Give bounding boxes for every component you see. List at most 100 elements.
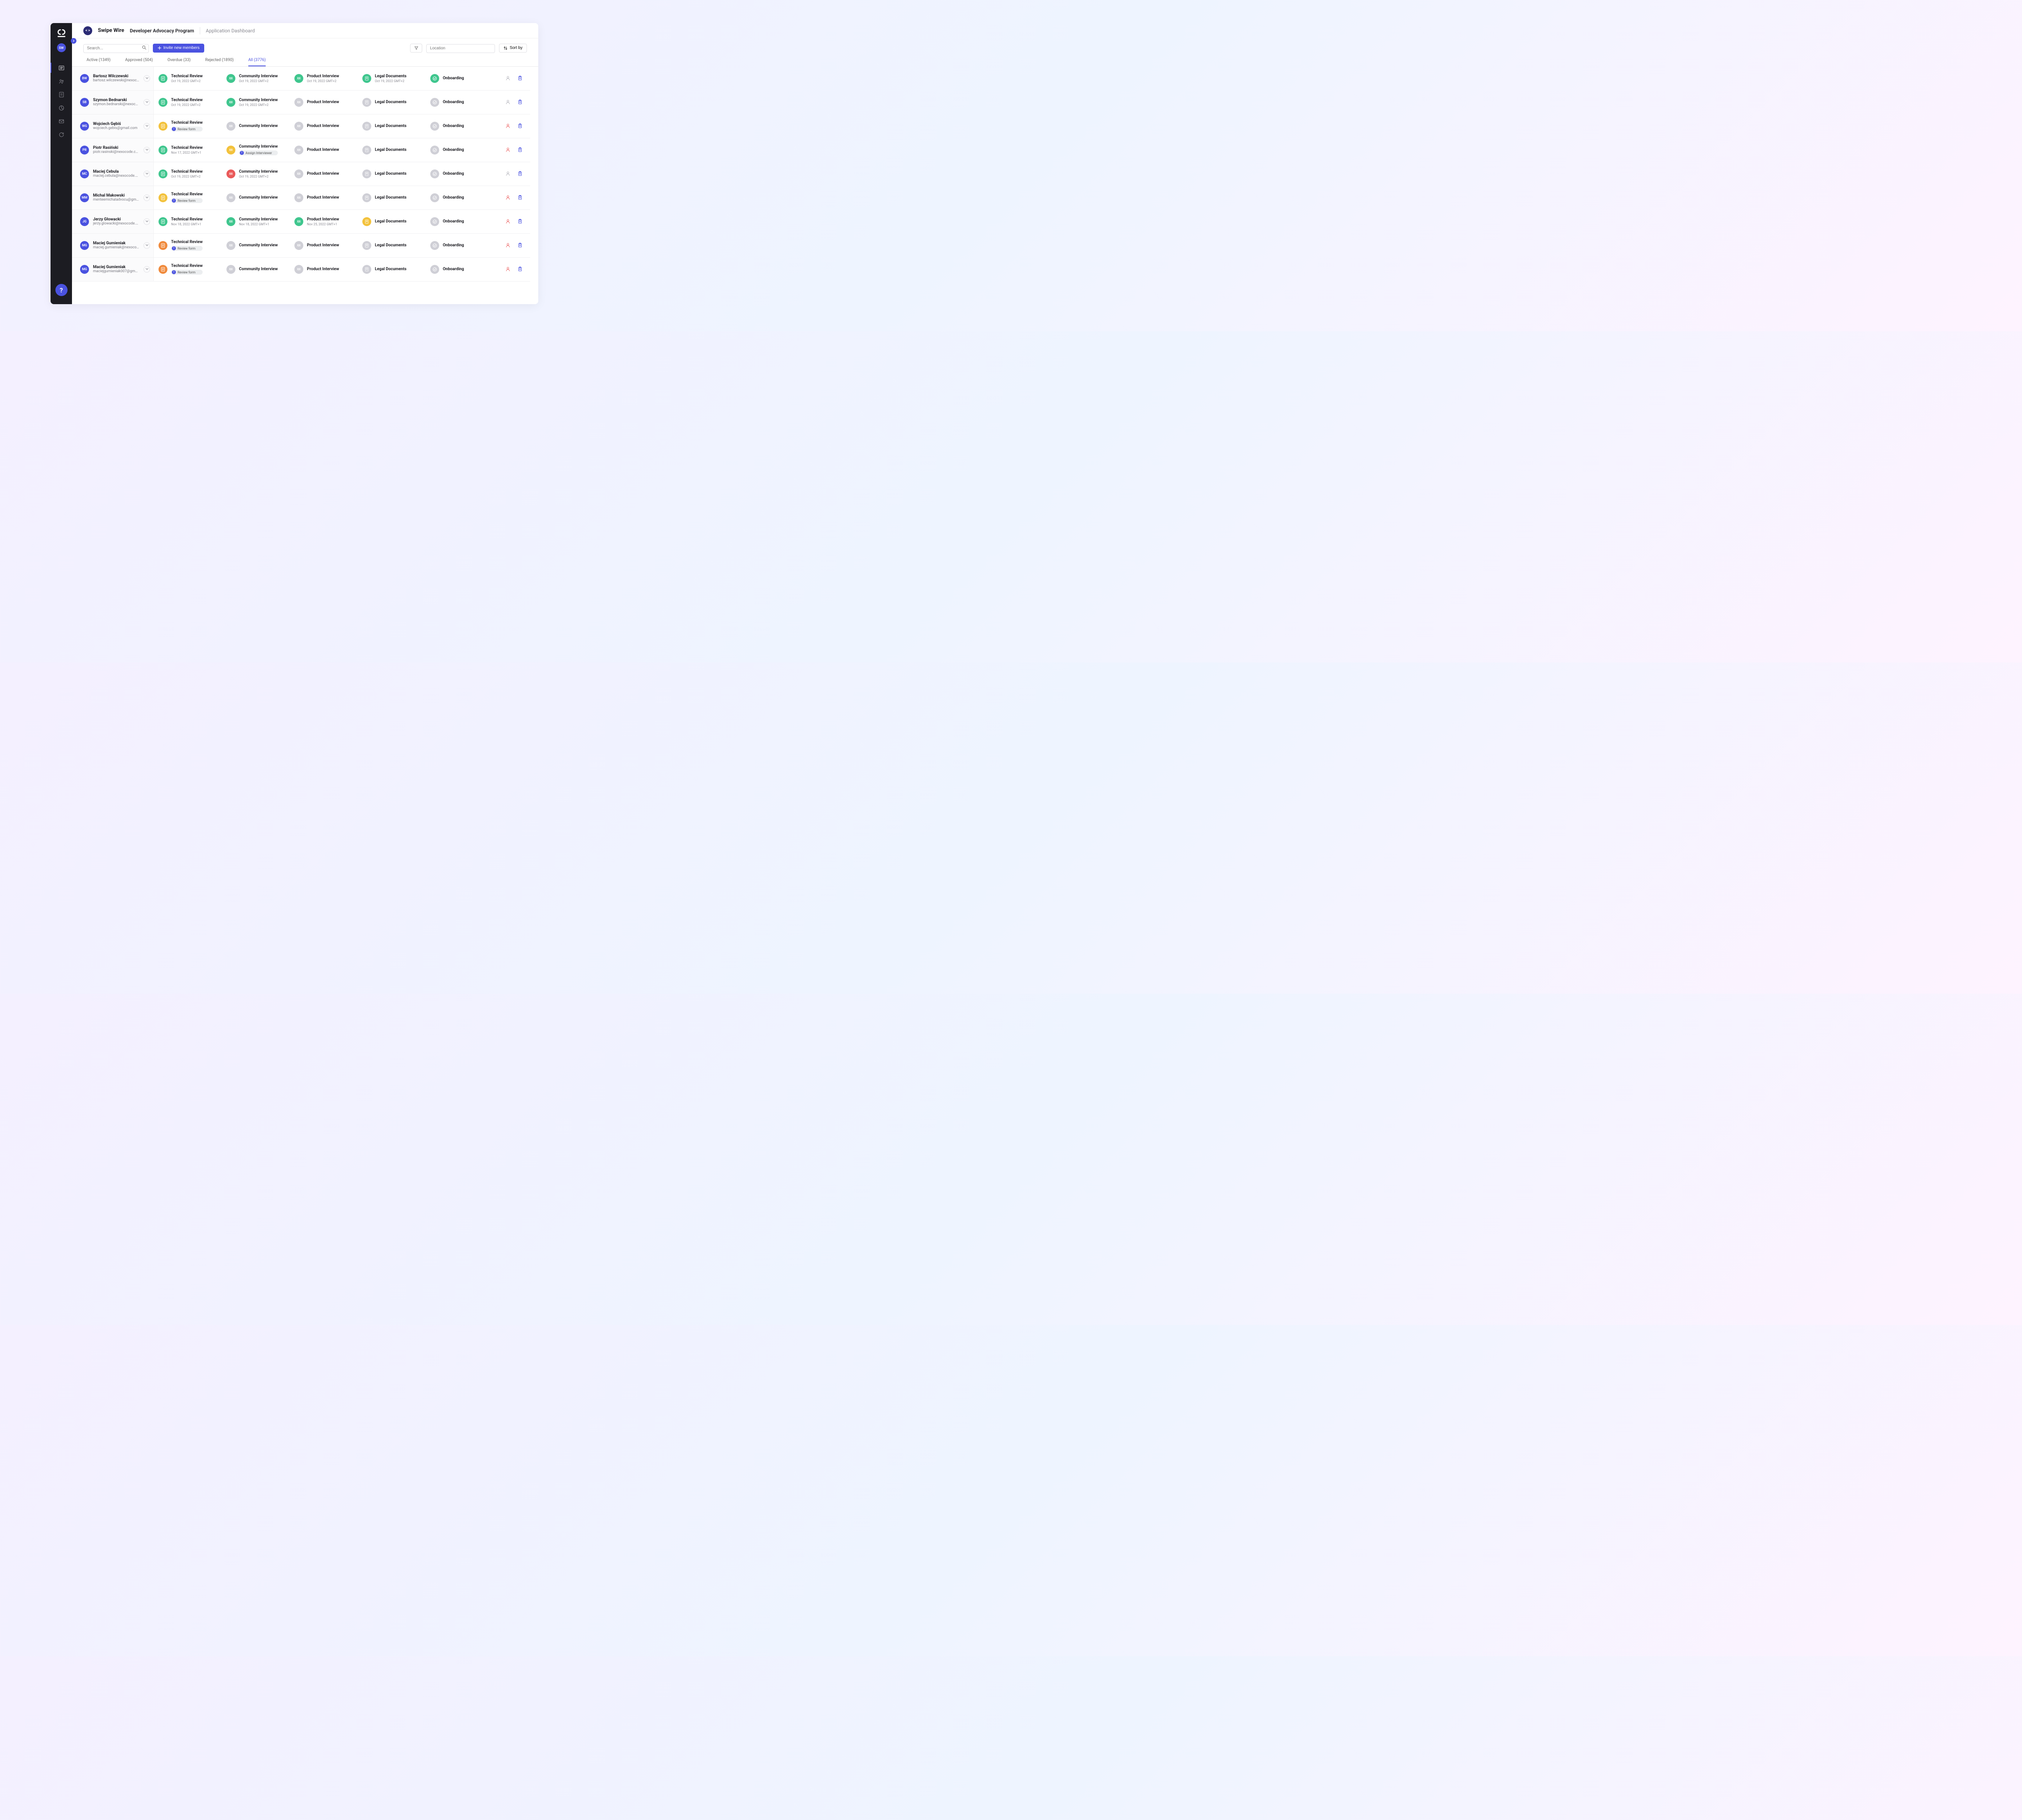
- stage-technical[interactable]: Technical ReviewNov 18, 2022 GMT+1: [154, 217, 222, 226]
- user-action-button[interactable]: [506, 241, 510, 249]
- stage-legal[interactable]: Legal Documents: [357, 122, 425, 131]
- stage-pill[interactable]: !Review form: [171, 198, 203, 203]
- tab-approved[interactable]: Approved (504): [125, 58, 153, 66]
- stage-product[interactable]: Product Interview: [290, 122, 357, 131]
- location-input[interactable]: [426, 44, 495, 53]
- stage-onboarding[interactable]: Onboarding: [425, 217, 493, 226]
- stage-community[interactable]: Community InterviewNov 18, 2022 GMT+1: [222, 217, 290, 226]
- nav-applications[interactable]: [51, 61, 72, 74]
- person-cell[interactable]: PR Piotr Rasiński piotr.rasinski@nexocod…: [72, 138, 154, 162]
- stage-onboarding[interactable]: Onboarding: [425, 169, 493, 178]
- stage-technical[interactable]: Technical ReviewOct 19, 2022 GMT+2: [154, 98, 222, 107]
- stage-pill[interactable]: !Review form: [171, 246, 203, 251]
- stage-legal[interactable]: Legal Documents: [357, 146, 425, 154]
- nav-sync[interactable]: [51, 128, 72, 141]
- stage-legal[interactable]: Legal DocumentsOct 19, 2022 GMT+2: [357, 74, 425, 83]
- stage-community[interactable]: Community InterviewOct 19, 2022 GMT+2: [222, 98, 290, 107]
- sort-button[interactable]: Sort by: [499, 44, 527, 53]
- search-input[interactable]: [83, 44, 149, 53]
- workspace-badge[interactable]: SW: [57, 43, 66, 52]
- stage-technical[interactable]: Technical ReviewOct 19, 2022 GMT+2: [154, 169, 222, 178]
- person-cell[interactable]: MM Michal Makowski menteemichaladvocu@gm…: [72, 186, 154, 210]
- user-action-button[interactable]: [506, 98, 510, 106]
- expand-row-button[interactable]: [144, 266, 150, 273]
- person-cell[interactable]: SB Szymon Bednarski szymon.bednarski@nex…: [72, 91, 154, 114]
- stage-pill[interactable]: !Review form: [171, 270, 203, 275]
- expand-row-button[interactable]: [144, 147, 150, 153]
- stage-technical[interactable]: Technical ReviewNov 17, 2022 GMT+1: [154, 146, 222, 154]
- stage-onboarding[interactable]: Onboarding: [425, 146, 493, 154]
- stage-community[interactable]: Community Interview: [222, 122, 290, 131]
- clipboard-action-button[interactable]: [518, 194, 522, 201]
- nav-forms[interactable]: [51, 88, 72, 101]
- stage-pill[interactable]: !Review form: [171, 127, 203, 131]
- nav-members[interactable]: [51, 74, 72, 88]
- expand-row-button[interactable]: [144, 242, 150, 249]
- stage-technical[interactable]: Technical ReviewOct 19, 2022 GMT+2: [154, 74, 222, 83]
- stage-product[interactable]: Product Interview: [290, 241, 357, 250]
- stage-onboarding[interactable]: Onboarding: [425, 241, 493, 250]
- stage-product[interactable]: Product Interview: [290, 169, 357, 178]
- user-action-button[interactable]: [506, 194, 510, 201]
- stage-product[interactable]: Product Interview: [290, 193, 357, 202]
- workspace-expand-button[interactable]: [71, 38, 76, 44]
- stage-community[interactable]: Community Interview: [222, 193, 290, 202]
- clipboard-action-button[interactable]: [518, 74, 522, 82]
- stage-technical[interactable]: Technical Review!Review form: [154, 121, 222, 131]
- expand-row-button[interactable]: [144, 75, 150, 82]
- stage-onboarding[interactable]: Onboarding: [425, 193, 493, 202]
- stage-technical[interactable]: Technical Review!Review form: [154, 264, 222, 275]
- person-cell[interactable]: MC Maciej Cebula maciej.cebula@nexocode.…: [72, 162, 154, 186]
- stage-product[interactable]: Product InterviewOct 19, 2022 GMT+2: [290, 74, 357, 83]
- stage-legal[interactable]: Legal Documents: [357, 98, 425, 107]
- user-action-button[interactable]: [506, 170, 510, 178]
- stage-community[interactable]: Community Interview!Assign Interviewer: [222, 144, 290, 155]
- clipboard-action-button[interactable]: [518, 241, 522, 249]
- clipboard-action-button[interactable]: [518, 122, 522, 130]
- stage-technical[interactable]: Technical Review!Review form: [154, 192, 222, 203]
- nav-reports[interactable]: [51, 101, 72, 114]
- stage-onboarding[interactable]: Onboarding: [425, 122, 493, 131]
- stage-community[interactable]: Community InterviewOct 19, 2022 GMT+2: [222, 169, 290, 178]
- person-cell[interactable]: MG Maciej Gumieniak maciej.gumieniak@nex…: [72, 234, 154, 257]
- user-action-button[interactable]: [506, 122, 510, 130]
- stage-pill[interactable]: !Assign Interviewer: [239, 150, 278, 155]
- stage-technical[interactable]: Technical Review!Review form: [154, 240, 222, 251]
- expand-row-button[interactable]: [144, 171, 150, 177]
- stage-community[interactable]: Community InterviewOct 19, 2022 GMT+2: [222, 74, 290, 83]
- filter-button[interactable]: [410, 44, 422, 53]
- tab-all[interactable]: All (3776): [248, 58, 266, 66]
- expand-row-button[interactable]: [144, 195, 150, 201]
- user-action-button[interactable]: [506, 74, 510, 82]
- user-action-button[interactable]: [506, 265, 510, 273]
- tab-active[interactable]: Active (1349): [87, 58, 110, 66]
- expand-row-button[interactable]: [144, 218, 150, 225]
- clipboard-action-button[interactable]: [518, 98, 522, 106]
- stage-product[interactable]: Product Interview: [290, 98, 357, 107]
- stage-legal[interactable]: Legal Documents: [357, 193, 425, 202]
- user-action-button[interactable]: [506, 218, 510, 225]
- nav-messages[interactable]: [51, 114, 72, 128]
- user-action-button[interactable]: [506, 146, 510, 154]
- person-cell[interactable]: MG Maciej Gumieniak maciejgumieniak007@g…: [72, 258, 154, 281]
- person-cell[interactable]: JG Jerzy Głowacki jerzy.glowacki@nexocod…: [72, 210, 154, 233]
- clipboard-action-button[interactable]: [518, 218, 522, 225]
- stage-product[interactable]: Product InterviewNov 25, 2022 GMT+1: [290, 217, 357, 226]
- stage-legal[interactable]: Legal Documents: [357, 217, 425, 226]
- stage-onboarding[interactable]: Onboarding: [425, 74, 493, 83]
- stage-product[interactable]: Product Interview: [290, 146, 357, 154]
- person-cell[interactable]: WG Wojciech Gębiś wojciech.gebis@gmail.c…: [72, 114, 154, 138]
- tab-overdue[interactable]: Overdue (33): [167, 58, 190, 66]
- stage-legal[interactable]: Legal Documents: [357, 169, 425, 178]
- stage-community[interactable]: Community Interview: [222, 265, 290, 274]
- invite-members-button[interactable]: Invite new members: [153, 44, 204, 53]
- stage-onboarding[interactable]: Onboarding: [425, 265, 493, 274]
- clipboard-action-button[interactable]: [518, 265, 522, 273]
- stage-product[interactable]: Product Interview: [290, 265, 357, 274]
- stage-community[interactable]: Community Interview: [222, 241, 290, 250]
- stage-onboarding[interactable]: Onboarding: [425, 98, 493, 107]
- stage-legal[interactable]: Legal Documents: [357, 241, 425, 250]
- clipboard-action-button[interactable]: [518, 170, 522, 178]
- help-button[interactable]: ?: [55, 284, 68, 296]
- expand-row-button[interactable]: [144, 123, 150, 129]
